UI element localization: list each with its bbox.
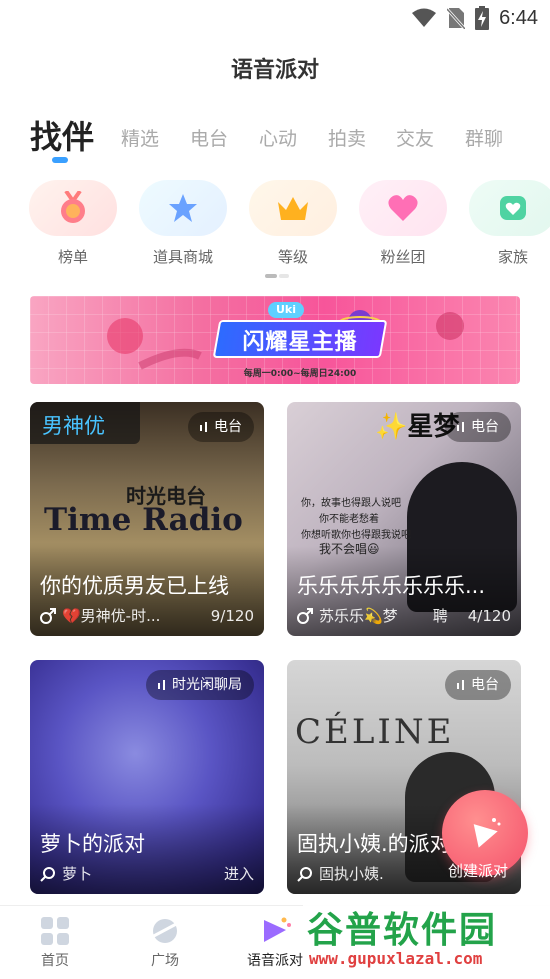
banner-subtitle: 每周一0:00~每周日24:00 — [243, 369, 357, 379]
banner-title: 闪耀星主播 — [242, 330, 358, 355]
battery-charging-icon — [475, 6, 490, 30]
nav-plaza[interactable]: 广场 — [125, 916, 205, 970]
audio-bars-icon — [457, 422, 464, 432]
search-icon — [40, 866, 55, 882]
tab-friends[interactable]: 交友 — [396, 124, 434, 151]
audio-bars-icon — [158, 680, 165, 690]
promo-banner[interactable]: Uki 闪耀星主播 每周一0:00~每周日24:00 — [30, 296, 520, 384]
heart-icon — [388, 195, 418, 221]
nav-home-label: 首页 — [41, 953, 69, 969]
room-type-tag: 电台 — [188, 412, 254, 442]
room-type-label: 电台 — [471, 419, 499, 435]
room-meta: 💔男神优-时... 9/120 — [40, 605, 254, 626]
family-icon — [500, 196, 526, 220]
feature-label: 榜单 — [57, 248, 88, 266]
room-meta: 萝卜 进入 — [40, 863, 254, 884]
tab-find-partner[interactable]: 找伴 — [30, 112, 94, 158]
feature-level[interactable]: 等级 — [249, 180, 337, 267]
room-title: 萝卜的派对 — [40, 832, 145, 856]
watermark-url: www.gupuxlazal.com — [309, 949, 483, 968]
audio-bars-icon — [457, 680, 464, 690]
room-host: 萝卜 — [62, 865, 93, 883]
star-icon — [169, 194, 197, 222]
room-member-count: 4/120 — [467, 606, 511, 625]
tab-heartbeat[interactable]: 心动 — [259, 124, 297, 151]
male-icon — [297, 607, 313, 624]
room-corner-text: 男神优 — [42, 414, 105, 438]
room-meta: 苏乐乐💫梦 聘 4/120 — [297, 605, 511, 626]
feature-shortcuts: 榜单 道具商城 等级 粉丝团 家族 — [0, 180, 550, 280]
feature-label: 等级 — [277, 248, 308, 266]
room-type-tag: 电台 — [445, 412, 511, 442]
cover-art-title: Time Radio — [44, 502, 243, 538]
crown-icon — [278, 197, 308, 220]
feature-label: 粉丝团 — [380, 248, 426, 266]
planet-icon — [149, 919, 181, 943]
nav-home[interactable]: 首页 — [15, 916, 95, 970]
no-sim-icon — [447, 7, 466, 29]
room-type-tag: 时光闲聊局 — [146, 670, 254, 700]
room-card[interactable]: 男神优 时光电台 Time Radio 电台 你的优质男友已上线 💔男神优-时.… — [30, 402, 264, 636]
room-type-label: 电台 — [214, 419, 242, 435]
play-icon — [473, 818, 501, 848]
cover-art-text: CÉLINE — [295, 712, 455, 752]
room-member-count: 9/120 — [210, 606, 254, 625]
watermark: 谷普软件园 www.gupuxlazal.com — [303, 895, 550, 979]
feature-label: 道具商城 — [152, 248, 213, 266]
room-host: 💔男神优-时... — [62, 607, 161, 625]
tab-auction[interactable]: 拍卖 — [328, 124, 366, 151]
carousel-indicator — [265, 274, 289, 278]
room-card[interactable]: ✨星梦 你，故事也得跟人说吧 你不能老愁着 你想听歌你也得跟我说吧 我不会唱😃 … — [287, 402, 521, 636]
room-corner-label: 男神优 — [30, 402, 140, 444]
clock: 6:44 — [499, 6, 538, 29]
tab-indicator — [52, 157, 68, 163]
feature-fan-club[interactable]: 粉丝团 — [359, 180, 447, 267]
create-party-label: 创建派对 — [448, 862, 509, 880]
room-card[interactable]: 时光闲聊局 萝卜的派对 萝卜 进入 — [30, 660, 264, 894]
cover-art-line: 你想听歌你也得跟我说吧 — [301, 530, 411, 541]
status-bar: 6:44 — [0, 0, 550, 38]
nav-plaza-label: 广场 — [151, 953, 179, 969]
search-icon — [297, 866, 312, 882]
feature-family[interactable]: 家族 — [469, 180, 550, 267]
watermark-title: 谷普软件园 — [307, 910, 498, 951]
male-icon — [40, 607, 56, 624]
room-extra-label: 聘 — [432, 607, 448, 625]
room-type-tag: 电台 — [445, 670, 511, 700]
cover-art-line: 你不能老愁着 — [319, 514, 379, 525]
enter-room-button[interactable]: 进入 — [224, 863, 254, 884]
room-title: 你的优质男友已上线 — [40, 574, 229, 598]
category-tabs: 找伴 精选 电台 心动 拍卖 交友 群聊 — [30, 110, 550, 170]
cover-art-line: 你，故事也得跟人说吧 — [301, 498, 401, 509]
home-grid-icon — [41, 917, 69, 945]
room-type-label: 时光闲聊局 — [172, 677, 242, 693]
feature-label: 家族 — [497, 248, 528, 266]
page-title: 语音派对 — [230, 58, 319, 83]
feature-item-shop[interactable]: 道具商城 — [139, 180, 227, 267]
room-host: 苏乐乐💫梦 — [319, 607, 398, 625]
tab-radio[interactable]: 电台 — [190, 124, 228, 151]
party-icon — [264, 917, 291, 942]
wifi-icon — [412, 8, 437, 27]
banner-badge: Uki — [268, 302, 304, 318]
tab-featured[interactable]: 精选 — [121, 124, 159, 151]
audio-bars-icon — [200, 422, 207, 432]
room-title: 乐乐乐乐乐乐乐乐... — [297, 574, 486, 598]
tab-group-chat[interactable]: 群聊 — [465, 124, 503, 151]
feature-rankings[interactable]: 榜单 — [29, 180, 117, 267]
room-type-label: 电台 — [471, 677, 499, 693]
medal-icon — [61, 191, 85, 223]
